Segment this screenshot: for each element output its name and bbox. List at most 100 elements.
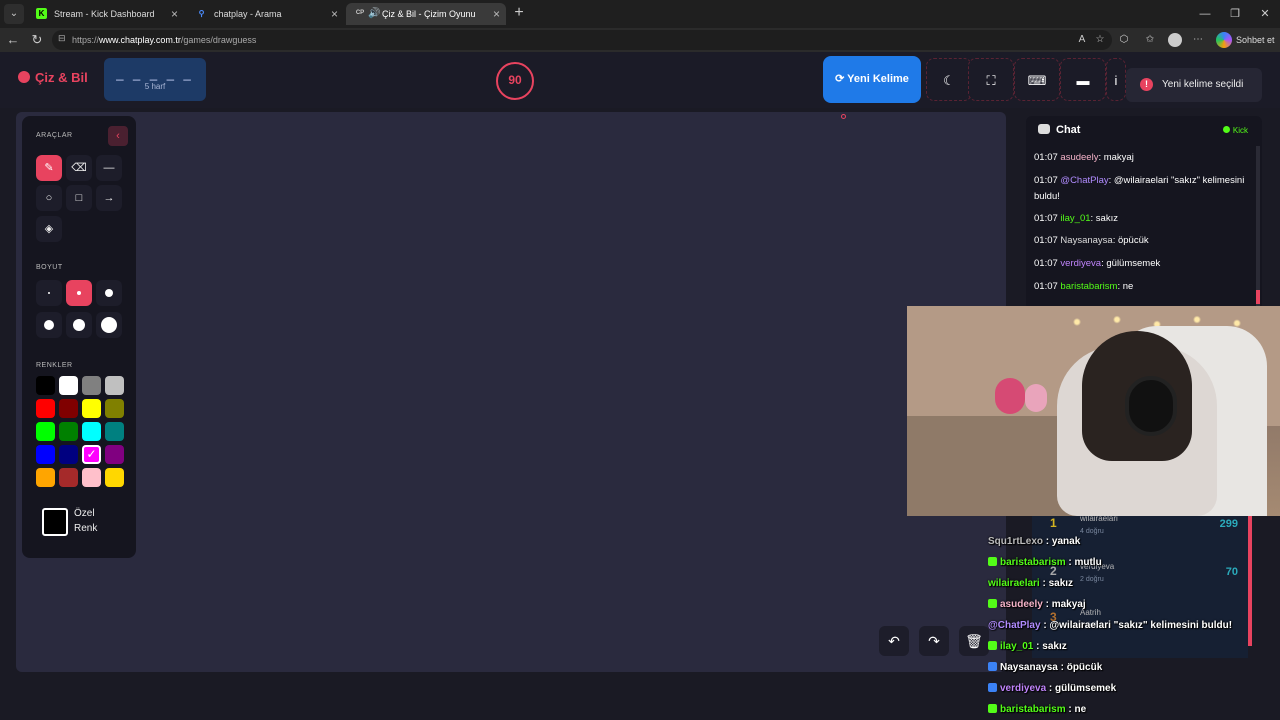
chat-badge-icon <box>988 557 997 566</box>
color-swatch[interactable] <box>59 376 78 395</box>
redo-icon[interactable]: ↷ <box>919 626 949 656</box>
collapse-panel-chevron-icon[interactable]: ‹ <box>108 126 128 146</box>
color-swatch[interactable] <box>59 399 78 418</box>
copilot-chat-label[interactable]: Sohbet et <box>1236 28 1275 52</box>
app-logo[interactable]: Çiz & Bil <box>18 70 88 85</box>
favorites-icon[interactable]: ✩ <box>1142 32 1158 48</box>
trash-icon[interactable]: 🗑 <box>959 626 989 656</box>
rectangle-tool-icon[interactable]: □ <box>66 185 92 211</box>
overlay-chat-line: wilairaelari : sakız <box>988 578 1074 589</box>
chat-title: Chat <box>1038 124 1080 136</box>
close-tab-icon[interactable]: × <box>171 3 178 25</box>
overlay-chat-line: ilay_01 : sakız <box>988 640 1067 654</box>
kick-status-dot <box>1222 126 1230 133</box>
chat-source-badge: Kick <box>1222 126 1248 135</box>
fullscreen-icon[interactable]: ⛶ <box>968 58 1014 101</box>
extensions-icon[interactable]: ⬡ <box>1116 32 1132 48</box>
chat-badge-icon <box>988 599 997 608</box>
line-tool-icon[interactable]: — <box>96 155 122 181</box>
eraser-tool-icon[interactable]: ⌫ <box>66 155 92 181</box>
window-icon[interactable]: ▬ <box>1060 58 1106 101</box>
custom-color-swatch[interactable] <box>42 508 68 536</box>
word-length: 5 harf <box>144 82 166 91</box>
overlay-chat-line: baristabarism : ne <box>988 703 1086 717</box>
color-swatch[interactable] <box>36 468 55 487</box>
size-4-button[interactable] <box>36 312 62 338</box>
undo-icon[interactable]: ↶ <box>879 626 909 656</box>
fill-bucket-tool-icon[interactable]: ◈ <box>36 216 62 242</box>
brush-cursor <box>841 114 846 119</box>
info-icon[interactable]: i <box>1106 58 1126 101</box>
size-1-button[interactable] <box>36 280 62 306</box>
color-swatch[interactable] <box>105 399 124 418</box>
color-swatch[interactable] <box>82 376 101 395</box>
size-2-button[interactable] <box>66 280 92 306</box>
color-swatch[interactable] <box>105 445 124 464</box>
url-text: https://www.chatplay.com.tr/games/drawgu… <box>72 35 257 45</box>
circle-tool-icon[interactable]: ○ <box>36 185 62 211</box>
chat-message: 01:07 verdiyeva: gülümsemek <box>1034 258 1161 269</box>
close-window-icon[interactable]: ✕ <box>1250 4 1280 24</box>
color-swatch[interactable] <box>59 468 78 487</box>
tab-ciz-bil[interactable]: CP 🔊 Çiz & Bil - Çizim Oyunu × <box>346 3 506 25</box>
tab-kick-dashboard[interactable]: K Stream - Kick Dashboard × <box>28 3 184 25</box>
color-swatch[interactable] <box>59 422 78 441</box>
overlay-chat-line: baristabarism : mutlu <box>988 556 1102 570</box>
alert-icon: ! <box>1140 78 1153 91</box>
chat-scrollbar[interactable] <box>1256 146 1260 306</box>
colors-section-label: RENKLER <box>36 362 73 369</box>
reload-icon[interactable]: ↻ <box>28 31 46 49</box>
color-swatch[interactable] <box>82 399 101 418</box>
arrow-tool-icon[interactable]: → <box>96 185 122 211</box>
site-info-icon[interactable]: ⊟ <box>58 33 66 44</box>
custom-color-label[interactable]: Özel Renk <box>74 506 97 536</box>
copilot-icon[interactable] <box>1216 32 1232 48</box>
keyboard-icon[interactable]: ⌨ <box>1014 58 1060 101</box>
speaker-icon[interactable]: 🔊 <box>368 3 380 25</box>
back-arrow-icon[interactable]: ← <box>4 31 22 49</box>
notification-toast: ! Yeni kelime seçildi <box>1126 68 1262 102</box>
chat-badge-icon <box>988 662 997 671</box>
maximize-icon[interactable]: ❐ <box>1220 4 1250 24</box>
color-swatch[interactable] <box>36 422 55 441</box>
new-tab-plus-icon[interactable]: + <box>510 4 528 22</box>
url-field[interactable]: ⊟ https://www.chatplay.com.tr/games/draw… <box>52 30 1112 50</box>
drawing-canvas[interactable] <box>16 112 1006 672</box>
chat-message: 01:07 ilay_01: sakız <box>1034 213 1118 224</box>
color-swatch[interactable] <box>105 468 124 487</box>
size-5-button[interactable] <box>66 312 92 338</box>
size-6-button[interactable] <box>96 312 122 338</box>
tab-title: Çiz & Bil - Çizim Oyunu <box>382 9 476 19</box>
color-swatch[interactable] <box>105 376 124 395</box>
size-3-button[interactable] <box>96 280 122 306</box>
dark-mode-moon-icon[interactable]: ☾ <box>926 58 972 101</box>
read-aloud-icon[interactable]: A <box>1074 32 1090 48</box>
color-swatch[interactable] <box>82 422 101 441</box>
address-bar-row: ← ↻ ⊟ https://www.chatplay.com.tr/games/… <box>0 28 1280 52</box>
color-swatch[interactable] <box>105 422 124 441</box>
word-mask: _ _ _ _ _ <box>116 66 194 81</box>
tools-section-label: ARAÇLAR <box>36 132 73 139</box>
close-tab-icon[interactable]: × <box>493 3 500 25</box>
chat-badge-icon <box>988 641 997 650</box>
color-swatch[interactable] <box>82 468 101 487</box>
color-swatch[interactable] <box>36 399 55 418</box>
profile-avatar[interactable] <box>1168 33 1182 47</box>
chat-scroll-thumb[interactable] <box>1256 290 1260 304</box>
close-tab-icon[interactable]: × <box>331 3 338 25</box>
favorite-star-icon[interactable]: ☆ <box>1092 32 1108 48</box>
color-swatch[interactable] <box>36 376 55 395</box>
tool-panel: ARAÇLAR ‹ ✎ ⌫ — ○ □ → ◈ BOYUT RENKLER Öz… <box>22 116 136 558</box>
minimize-icon[interactable]: — <box>1190 4 1220 24</box>
tab-search[interactable]: ⚲ chatplay - Arama × <box>188 3 344 25</box>
more-menu-icon[interactable]: ⋯ <box>1190 32 1206 48</box>
pencil-tool-icon[interactable]: ✎ <box>36 155 62 181</box>
overlay-chat-line: Squ1rtLexo : yanak <box>988 536 1081 547</box>
game-header: Çiz & Bil _ _ _ _ _ 5 harf 90 ⟳ Yeni Kel… <box>0 52 1280 108</box>
round-timer: 90 <box>496 62 534 100</box>
color-swatch[interactable] <box>36 445 55 464</box>
color-swatch[interactable] <box>82 445 101 464</box>
tab-actions-chevron-icon[interactable]: ⌄ <box>4 4 24 24</box>
new-word-button[interactable]: ⟳ Yeni Kelime <box>823 56 921 103</box>
color-swatch[interactable] <box>59 445 78 464</box>
